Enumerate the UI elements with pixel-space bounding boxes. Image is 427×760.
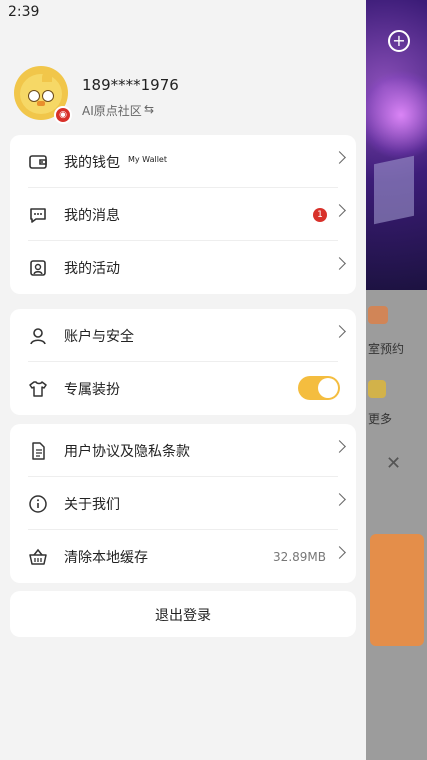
outfit-toggle[interactable] (298, 376, 340, 400)
user-phone: 189****1976 (82, 76, 179, 94)
menu-item-label: 关于我们 (64, 497, 120, 513)
menu-card-account: 我的钱包 My Wallet 我的消息 1 我的活动 (10, 135, 356, 294)
menu-item-label: 我的钱包 (64, 155, 120, 171)
avatar[interactable]: ◉ (14, 66, 72, 124)
menu-item-label: 清除本地缓存 (64, 550, 148, 566)
switch-icon[interactable]: ⇆ (144, 102, 154, 116)
camera-icon[interactable]: ◉ (54, 106, 72, 124)
status-time: 2:39 (8, 4, 40, 20)
status-bar: 2:39 (0, 0, 366, 24)
background-icon (368, 380, 386, 398)
background-promo-card (370, 534, 424, 646)
chevron-right-icon (333, 493, 346, 506)
logout-button[interactable]: 退出登录 (10, 591, 356, 637)
chevron-right-icon (333, 546, 346, 559)
menu-item-clear-cache[interactable]: 清除本地缓存 32.89MB (10, 530, 356, 583)
chevron-right-icon (333, 151, 346, 164)
menu-item-wallet[interactable]: 我的钱包 My Wallet (10, 135, 356, 188)
document-icon (32, 442, 45, 460)
side-drawer: 2:39 ◉ 189****1976 AI原点社区 ⇆ 我的钱包 My Wall… (0, 0, 366, 760)
menu-item-account-security[interactable]: 账户与安全 (10, 309, 356, 362)
background-hero-banner: + (366, 0, 427, 290)
user-icon (30, 328, 46, 345)
message-icon (30, 208, 46, 223)
menu-card-settings: 账户与安全 专属装扮 (10, 309, 356, 415)
menu-item-outfit: 专属装扮 (10, 362, 356, 415)
menu-card-about: 用户协议及隐私条款 关于我们 清除本地缓存 32.89MB (10, 424, 356, 583)
background-page: + 室预约 更多 ✕ (366, 0, 427, 760)
chevron-right-icon (333, 204, 346, 217)
chevron-right-icon (333, 440, 346, 453)
info-icon (29, 495, 47, 513)
menu-item-label: 专属装扮 (64, 382, 120, 398)
menu-item-activities[interactable]: 我的活动 (10, 241, 356, 294)
unread-badge: 1 (313, 208, 327, 222)
basket-icon (29, 548, 47, 565)
menu-item-label: 我的消息 (64, 208, 120, 224)
background-text: 更多 (368, 412, 393, 426)
chevron-right-icon (333, 257, 346, 270)
menu-item-messages[interactable]: 我的消息 1 (10, 188, 356, 241)
background-content: 室预约 更多 ✕ (366, 290, 427, 760)
menu-item-label: 账户与安全 (64, 329, 134, 345)
logout-label: 退出登录 (155, 608, 211, 624)
menu-item-label: 用户协议及隐私条款 (64, 444, 190, 460)
background-icon (368, 306, 388, 324)
menu-item-sublabel: My Wallet (128, 155, 167, 164)
close-icon[interactable]: ✕ (386, 453, 401, 474)
activity-icon (30, 260, 46, 276)
chevron-right-icon (333, 325, 346, 338)
wallet-icon (29, 155, 47, 169)
menu-item-about[interactable]: 关于我们 (10, 477, 356, 530)
background-text: 室预约 (368, 342, 405, 356)
tshirt-icon (29, 381, 47, 397)
community-name[interactable]: AI原点社区 (82, 102, 142, 119)
add-icon[interactable]: + (388, 30, 410, 52)
profile-header[interactable]: ◉ 189****1976 AI原点社区 ⇆ (14, 66, 354, 124)
cache-size: 32.89MB (273, 550, 326, 564)
menu-item-agreement[interactable]: 用户协议及隐私条款 (10, 424, 356, 477)
menu-item-label: 我的活动 (64, 261, 120, 277)
